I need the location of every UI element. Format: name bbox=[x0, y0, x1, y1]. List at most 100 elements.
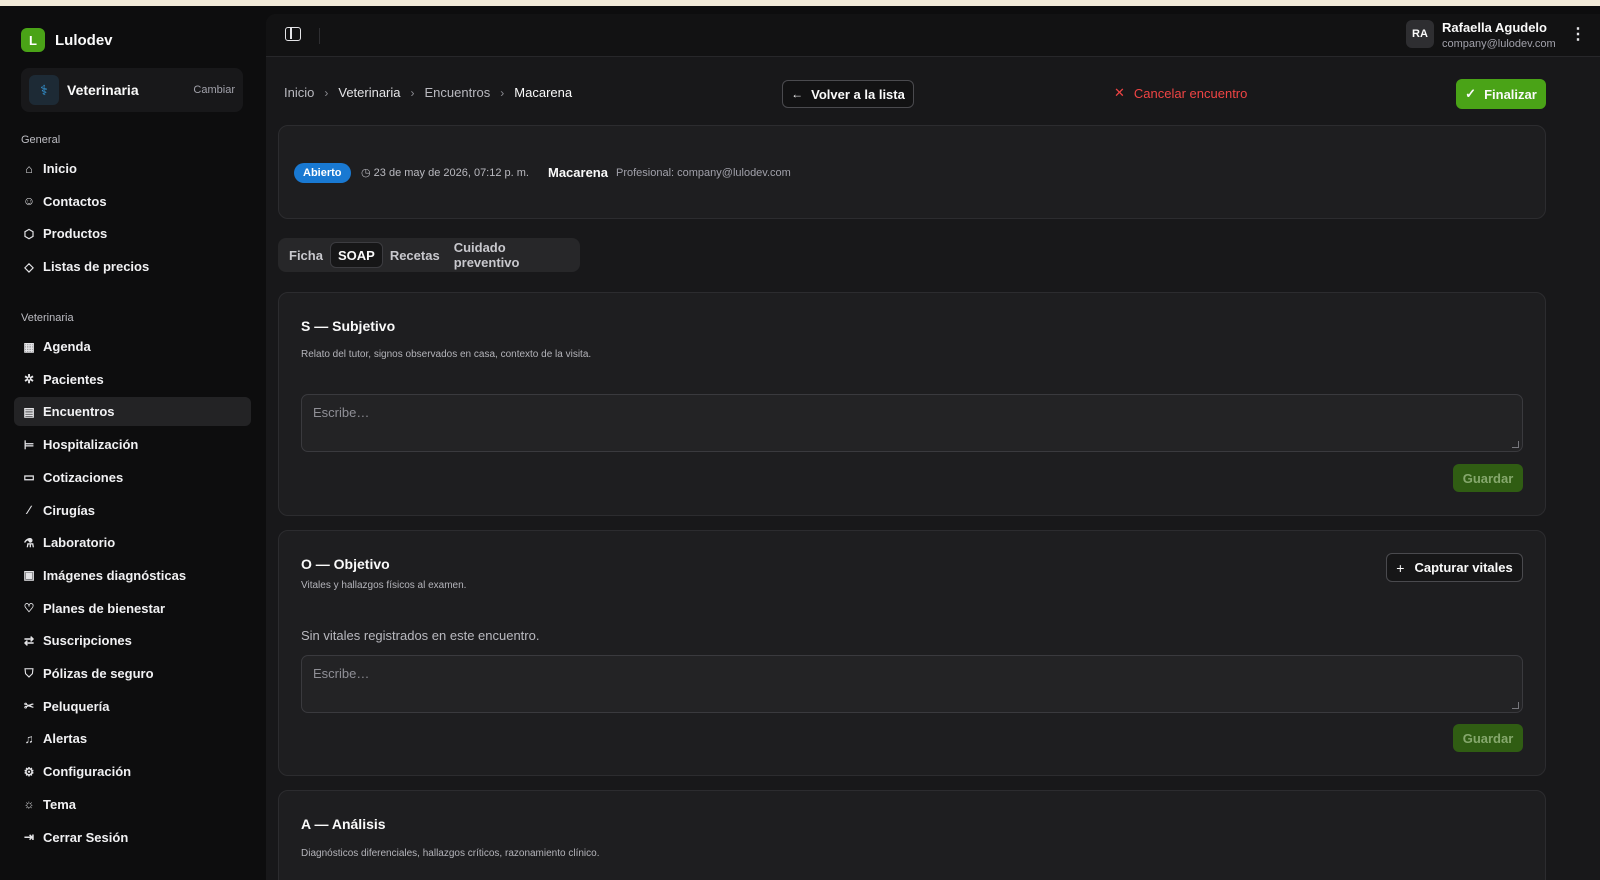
workspace-switcher[interactable]: ⚕ Veterinaria Cambiar bbox=[21, 68, 243, 112]
sidebar-item-label: Hospitalización bbox=[43, 437, 139, 453]
sidebar-item-laboratorio[interactable]: ⚗ Laboratorio bbox=[14, 528, 251, 557]
contacts-icon: ☺ bbox=[22, 194, 36, 209]
breadcrumb-encuentros[interactable]: Encuentros bbox=[425, 85, 491, 100]
subjective-save-button[interactable]: Guardar bbox=[1453, 464, 1523, 492]
user-name[interactable]: Rafaella Agudelo bbox=[1442, 20, 1547, 35]
sidebar-item-suscripciones[interactable]: ⇄ Suscripciones bbox=[14, 626, 251, 655]
sidebar-item-planes-de-bienestar[interactable]: ♡ Planes de bienestar bbox=[14, 594, 251, 623]
user-email: company@lulodev.com bbox=[1442, 38, 1556, 50]
sidebar-item-listas-de-precios[interactable]: ◇ Listas de precios bbox=[14, 252, 251, 281]
chevron-right-icon: › bbox=[324, 85, 329, 100]
sidebar-item-label: Configuración bbox=[43, 764, 132, 780]
cancel-encounter-button[interactable]: ✕ Cancelar encuentro bbox=[1114, 85, 1247, 101]
image-icon: ▣ bbox=[23, 568, 35, 583]
tab-soap[interactable]: SOAP bbox=[329, 242, 383, 268]
sidebar-item-label: Imágenes diagnósticas bbox=[43, 567, 187, 583]
repeat-icon: ⇄ bbox=[23, 633, 35, 648]
sidebar-item-label: Encuentros bbox=[43, 404, 115, 420]
calendar-icon: ▦ bbox=[23, 339, 35, 354]
check-icon: ✓ bbox=[1465, 86, 1477, 101]
patient-name: Macarena bbox=[548, 165, 608, 180]
sidebar-item-hospitalizacion[interactable]: ⊨ Hospitalización bbox=[14, 430, 251, 459]
subjective-textarea[interactable]: Escribe… bbox=[301, 394, 1523, 452]
app-frame: L Lulodev ⚕ Veterinaria Cambiar General … bbox=[0, 6, 1600, 880]
soap-subjective-card: S — Subjetivo Relato del tutor, signos o… bbox=[278, 292, 1546, 516]
sidebar-item-imagenes-diagnosticas[interactable]: ▣ Imágenes diagnósticas bbox=[14, 561, 251, 590]
nav-section-general: General bbox=[21, 134, 61, 146]
sidebar-item-label: Tema bbox=[43, 796, 76, 812]
sidebar-item-pacientes[interactable]: ✲ Pacientes bbox=[14, 365, 251, 394]
sidebar-item-configuracion[interactable]: ⚙ Configuración bbox=[14, 757, 251, 786]
bell-icon: ♫ bbox=[24, 731, 34, 746]
tab-cuidado-preventivo[interactable]: Cuidado preventivo bbox=[447, 240, 576, 270]
topbar-divider bbox=[319, 28, 320, 44]
breadcrumb-current: Macarena bbox=[514, 85, 573, 100]
sidebar-item-alertas[interactable]: ♫ Alertas bbox=[14, 724, 251, 753]
objective-textarea[interactable]: Escribe… bbox=[301, 655, 1523, 713]
sidebar-item-cotizaciones[interactable]: ▭ Cotizaciones bbox=[14, 463, 251, 492]
sidebar-item-encuentros[interactable]: ▤ Encuentros bbox=[14, 397, 251, 427]
nav-section-veterinaria: Veterinaria bbox=[21, 312, 74, 324]
breadcrumb: Inicio › Veterinaria › Encuentros › Maca… bbox=[284, 85, 572, 100]
sidebar-item-agenda[interactable]: ▦ Agenda bbox=[14, 332, 251, 361]
sidebar-item-cerrar-sesion[interactable]: ⇥ Cerrar Sesión bbox=[14, 823, 251, 852]
objective-save-button[interactable]: Guardar bbox=[1453, 724, 1523, 752]
tag-icon: ◇ bbox=[24, 259, 34, 274]
sidebar-toggle-icon[interactable] bbox=[285, 27, 301, 41]
scissors-icon: ✂ bbox=[23, 699, 35, 714]
flask-icon: ⚗ bbox=[23, 535, 35, 550]
box-icon: ⬡ bbox=[23, 226, 35, 241]
finish-label: Finalizar bbox=[1484, 86, 1537, 102]
soap-objective-card: O — Objetivo Vitales y hallazgos físicos… bbox=[278, 530, 1546, 776]
sidebar-item-label: Laboratorio bbox=[43, 535, 116, 551]
sidebar-item-label: Agenda bbox=[43, 339, 91, 354]
capture-vitals-button[interactable]: + Capturar vitales bbox=[1386, 553, 1523, 582]
tab-recetas[interactable]: Recetas bbox=[383, 242, 447, 268]
vitals-empty-note: Sin vitales registrados en este encuentr… bbox=[301, 628, 540, 643]
sidebar-item-productos[interactable]: ⬡ Productos bbox=[14, 219, 251, 248]
brand[interactable]: L Lulodev bbox=[21, 28, 113, 52]
sidebar-item-polizas-de-seguro[interactable]: ⛉ Pólizas de seguro bbox=[14, 659, 251, 688]
sidebar-item-label: Pacientes bbox=[43, 371, 104, 387]
chevron-right-icon: › bbox=[500, 85, 505, 100]
sidebar-item-contactos[interactable]: ☺ Contactos bbox=[14, 187, 251, 216]
sidebar-item-label: Alertas bbox=[43, 731, 88, 747]
encounter-tabs: Ficha SOAP Recetas Cuidado preventivo bbox=[278, 238, 580, 272]
logout-icon: ⇥ bbox=[23, 830, 35, 844]
sidebar-item-label: Listas de precios bbox=[43, 259, 150, 275]
analysis-title: A — Análisis bbox=[301, 816, 386, 832]
tab-ficha[interactable]: Ficha bbox=[282, 242, 330, 268]
encounter-datetime: ◷ 23 de may de 2026, 07:12 p. m. bbox=[361, 166, 529, 179]
back-to-list-label: Volver a la lista bbox=[811, 86, 905, 102]
sidebar: L Lulodev ⚕ Veterinaria Cambiar General … bbox=[0, 6, 265, 880]
brand-logo: L bbox=[21, 28, 45, 52]
avatar[interactable]: RA bbox=[1406, 20, 1434, 48]
workspace-name: Veterinaria bbox=[67, 82, 139, 98]
sidebar-item-label: Pólizas de seguro bbox=[43, 666, 154, 681]
more-vertical-icon[interactable]: ⋮ bbox=[1570, 24, 1586, 44]
sidebar-item-inicio[interactable]: ⌂ Inicio bbox=[14, 154, 251, 183]
sidebar-item-label: Inicio bbox=[43, 161, 77, 176]
scalpel-icon: ∕ bbox=[27, 503, 30, 517]
sidebar-item-cirugias[interactable]: ∕ Cirugías bbox=[14, 496, 251, 525]
sidebar-item-label: Productos bbox=[43, 226, 108, 242]
breadcrumb-veterinaria[interactable]: Veterinaria bbox=[338, 85, 400, 100]
stethoscope-icon: ⚕ bbox=[29, 75, 59, 105]
clipboard-icon: ▤ bbox=[23, 404, 35, 419]
sidebar-item-peluqueria[interactable]: ✂ Peluquería bbox=[14, 692, 251, 721]
topbar: RA Rafaella Agudelo company@lulodev.com … bbox=[266, 14, 1600, 57]
breadcrumb-inicio[interactable]: Inicio bbox=[284, 85, 314, 100]
analysis-description: Diagnósticos diferenciales, hallazgos cr… bbox=[301, 848, 600, 859]
chevron-right-icon: › bbox=[410, 85, 415, 100]
back-to-list-button[interactable]: ← Volver a la lista bbox=[782, 80, 914, 108]
paw-icon: ✲ bbox=[23, 372, 35, 387]
workspace-switch-button[interactable]: Cambiar bbox=[193, 84, 235, 96]
finish-button[interactable]: ✓ Finalizar bbox=[1456, 79, 1546, 109]
status-badge: Abierto bbox=[294, 163, 351, 183]
clock-icon: ◷ bbox=[361, 167, 374, 179]
close-icon: ✕ bbox=[1114, 85, 1125, 100]
sidebar-item-tema[interactable]: ☼ Tema bbox=[14, 790, 251, 819]
objective-title: O — Objetivo bbox=[301, 556, 390, 572]
subjective-description: Relato del tutor, signos observados en c… bbox=[301, 349, 592, 360]
sidebar-item-label: Cotizaciones bbox=[43, 469, 124, 485]
